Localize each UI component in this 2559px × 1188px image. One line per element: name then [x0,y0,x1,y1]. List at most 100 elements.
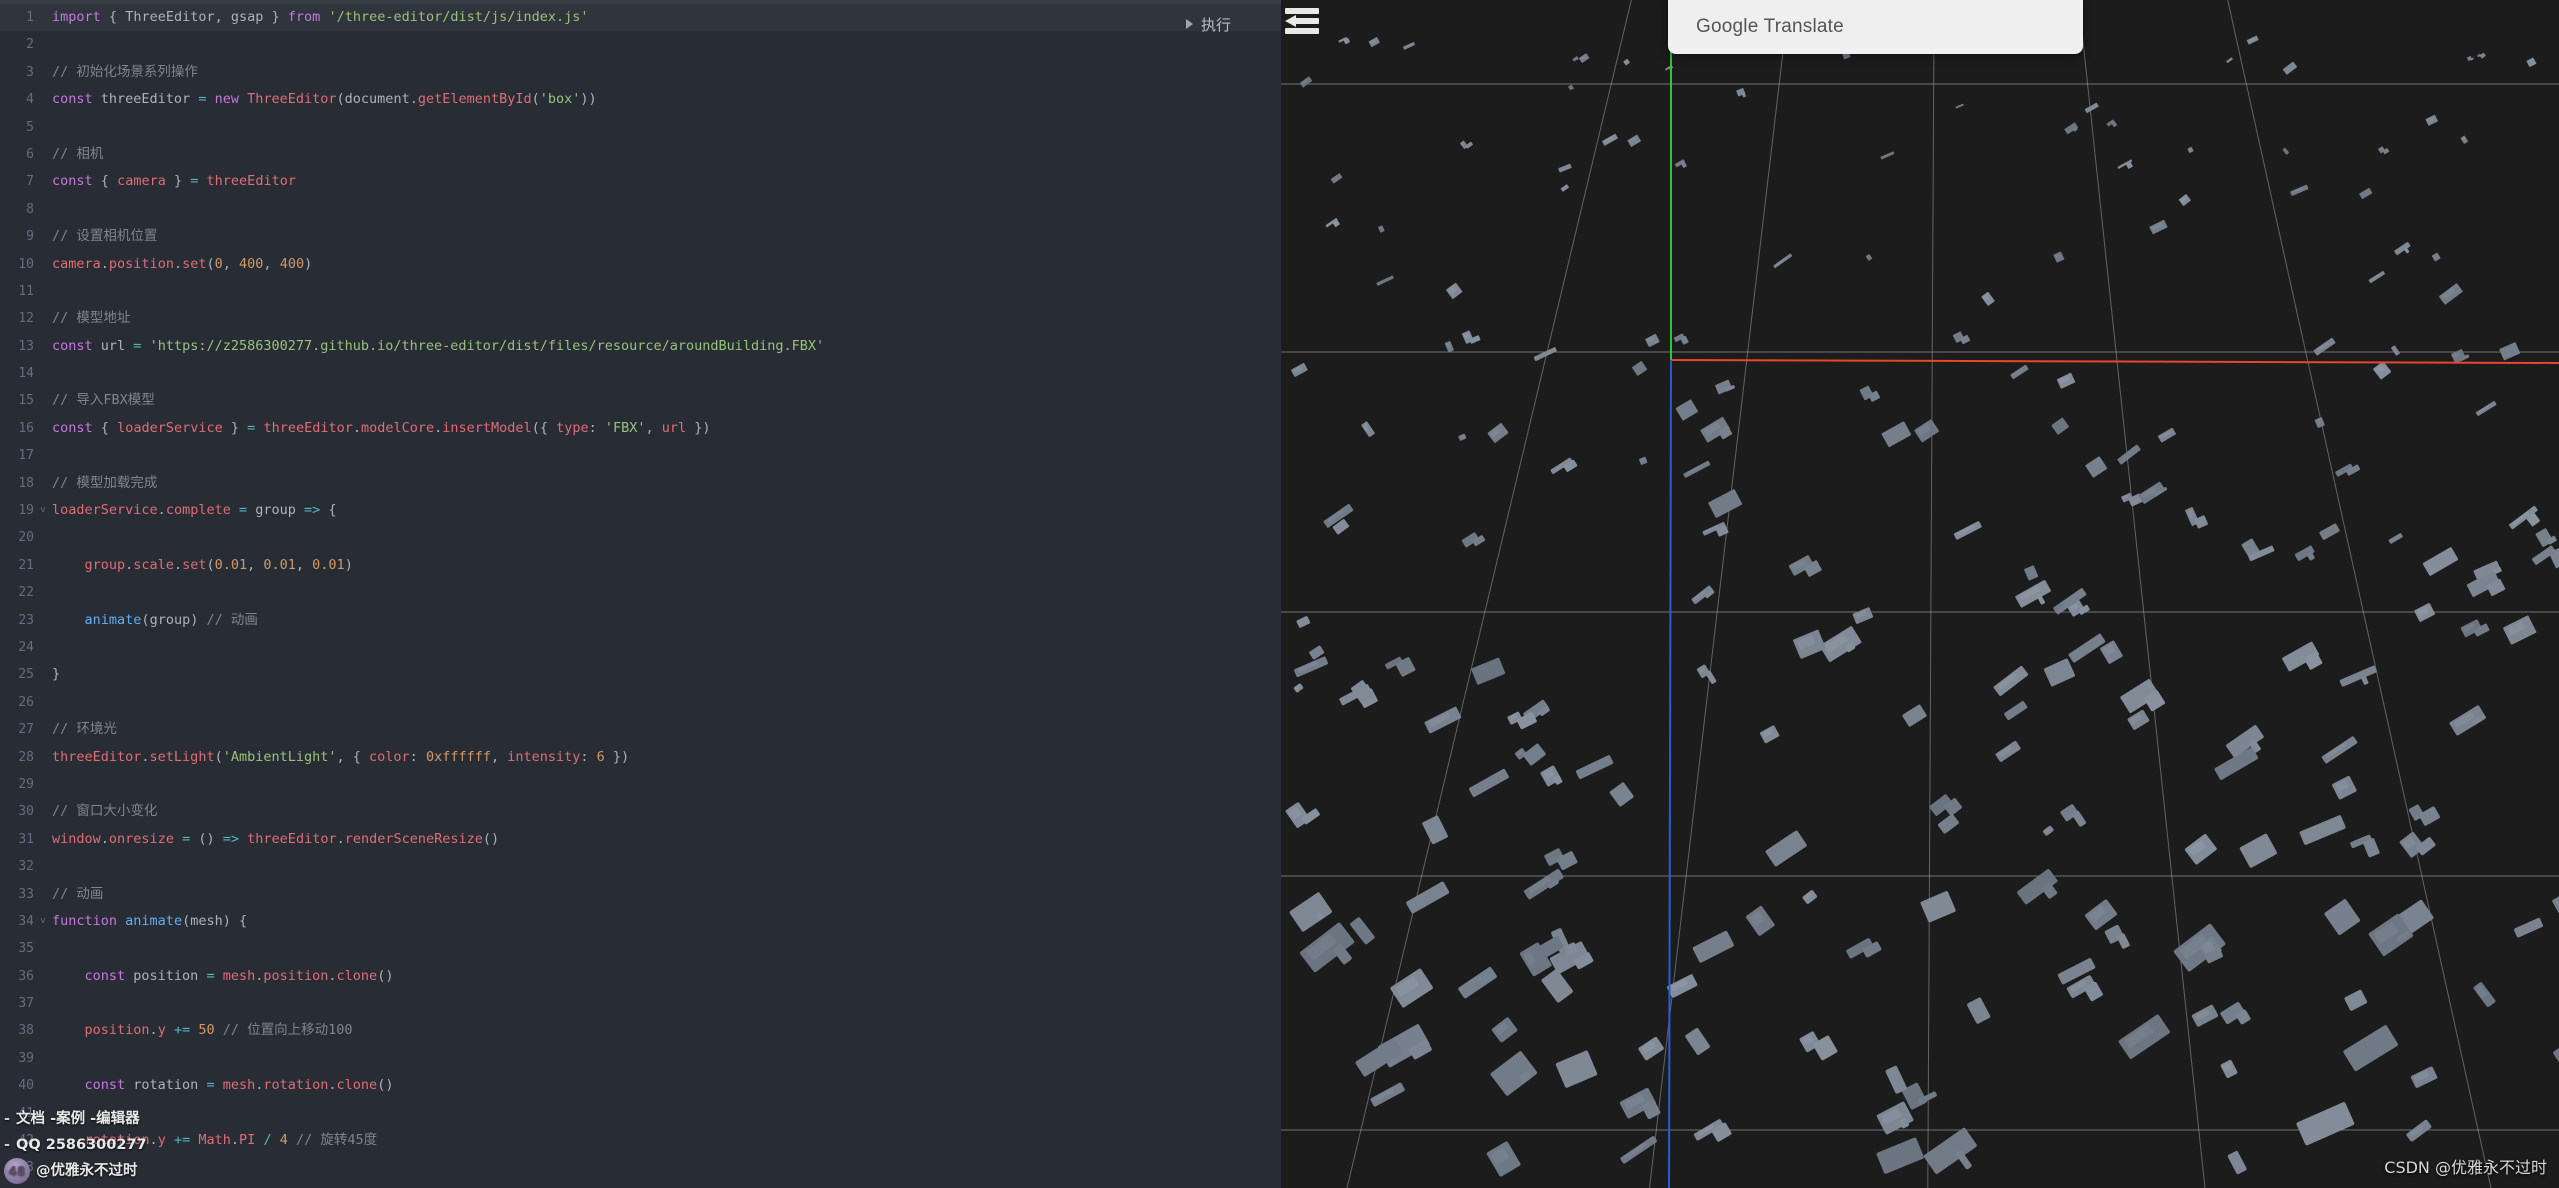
code-token: import [52,9,101,25]
code-line[interactable]: 38 position.y += 50 // 位置向上移动100 [0,1017,1281,1044]
code-line[interactable]: 25} [0,661,1281,688]
line-number: 40 [18,1078,34,1094]
code-line[interactable]: 14 [0,360,1281,387]
code-line-text: function animate(mesh) { [48,908,247,935]
code-token: { [108,9,118,25]
code-line[interactable]: 11 [0,278,1281,305]
fold-toggle-icon[interactable]: v [38,908,48,935]
code-token: camera [52,255,101,272]
line-number: 28 [18,749,34,765]
code-token: loaderService [52,502,158,519]
code-line[interactable]: 35 [0,935,1281,962]
code-line[interactable]: 17 [0,442,1281,469]
line-number: 23 [18,612,34,628]
code-line[interactable]: 7 const { camera } = threeEditor [0,168,1281,195]
code-token: } [173,173,183,190]
code-token: threeEditor [92,91,199,108]
code-line[interactable]: 42 rotation.y += Math.PI / 4 // 旋转45度 [0,1127,1281,1154]
code-line[interactable]: 34 v function animate(mesh) { [0,908,1281,935]
code-line[interactable]: 4 const threeEditor = new ThreeEditor(doc… [0,86,1281,113]
code-token: from [287,9,321,25]
code-line[interactable]: 36 const position = mesh.position.clone(… [0,963,1281,990]
code-line-text: // 模型加载完成 [48,470,157,497]
hamburger-bar-bottom [1285,28,1319,34]
code-line[interactable]: 8 [0,196,1281,223]
code-line[interactable]: 10 camera.position.set(0, 400, 400) [0,251,1281,278]
three-js-viewport[interactable] [1281,0,2559,1188]
code-line[interactable]: 2 [0,31,1281,58]
code-line[interactable]: 22 [0,579,1281,606]
line-number: 15 [18,393,34,409]
code-token: 'AmbientLight' [222,748,337,765]
code-line[interactable]: 28 threeEditor.setLight('AmbientLight', {… [0,744,1281,771]
code-line[interactable]: 26 [0,689,1281,716]
code-token: const [52,337,93,354]
collapse-sidebar-icon[interactable] [1285,6,1319,36]
scene-canvas[interactable] [1281,0,2559,1188]
code-token: . [352,419,361,436]
code-line[interactable]: 1 import { ThreeEditor, gsap } from '/thr… [0,4,1281,32]
code-token: // 相机 [52,145,104,162]
code-token: 0 [214,255,223,272]
code-line[interactable]: 19 v loaderService.complete = group => { [0,497,1281,524]
code-token: renderSceneResize [344,830,483,847]
code-line[interactable]: 12 // 模型地址 [0,305,1281,332]
code-token: ) [190,611,207,628]
code-token: ) [344,556,353,573]
code-token: . [328,1077,337,1094]
google-translate-popup[interactable]: Google Translate [1668,0,2083,54]
code-token: } [271,9,280,25]
code-line[interactable]: 3 // 初始化场景系列操作 [0,59,1281,86]
code-line[interactable]: 30 // 窗口大小变化 [0,798,1281,825]
code-token: ( [182,912,191,929]
code-line[interactable]: 24 [0,634,1281,661]
code-token: insertModel [442,419,532,436]
code-token: set [182,255,207,272]
code-line-text: // 初始化场景系列操作 [48,59,198,86]
code-line[interactable]: 6 // 相机 [0,141,1281,168]
run-button[interactable]: 执行 [1176,4,1241,44]
code-line[interactable]: 21 group.scale.set(0.01, 0.01, 0.01) [0,552,1281,579]
code-token: ThreeEditor, gsap [117,9,272,25]
code-token: )) [580,91,597,108]
code-token: y [157,1132,166,1149]
code-line[interactable]: 32 [0,853,1281,880]
line-number: 11 [18,283,34,299]
code-line[interactable]: 31 window.onresize = () => threeEditor.re… [0,826,1281,853]
code-editor-pane[interactable]: 1 import { ThreeEditor, gsap } from '/thr… [0,0,1281,1188]
code-line[interactable]: 40 const rotation = mesh.rotation.clone(… [0,1072,1281,1099]
code-line[interactable]: 27 // 环境光 [0,716,1281,743]
hamburger-bar-top [1285,8,1319,14]
code-token: // 动画 [52,885,104,902]
code-token: 'box' [539,91,581,108]
line-number: 12 [18,311,34,327]
code-token: position [263,967,329,984]
code-line-text: const rotation = mesh.rotation.clone() [48,1072,394,1099]
code-line[interactable]: 20 [0,524,1281,551]
code-token: () [377,967,394,984]
code-token: . [173,556,183,573]
code-line[interactable]: 23 animate(group) // 动画 [0,607,1281,634]
code-line[interactable]: 37 [0,990,1281,1017]
code-token: , [247,556,264,573]
code-line[interactable]: 13 const url = 'https://z2586300277.githu… [0,333,1281,360]
code-line[interactable]: 5 [0,114,1281,141]
code-line[interactable]: 15 // 导入FBX模型 [0,387,1281,414]
code-line[interactable]: 18 // 模型加载完成 [0,470,1281,497]
code-lines-container[interactable]: 1 import { ThreeEditor, gsap } from '/thr… [0,4,1281,1188]
line-number: 35 [18,941,34,957]
line-number: 22 [18,585,34,601]
fold-toggle-icon[interactable]: v [38,497,48,524]
code-line[interactable]: 41 [0,1100,1281,1127]
code-line[interactable]: 29 [0,771,1281,798]
code-line[interactable]: 33 // 动画 [0,881,1281,908]
code-line[interactable]: 39 [0,1045,1281,1072]
code-token: : [409,748,426,765]
code-line[interactable]: 16 const { loaderService } = threeEditor.… [0,415,1281,442]
code-line[interactable]: 9 // 设置相机位置 [0,223,1281,250]
code-line[interactable]: 43 [0,1154,1281,1181]
